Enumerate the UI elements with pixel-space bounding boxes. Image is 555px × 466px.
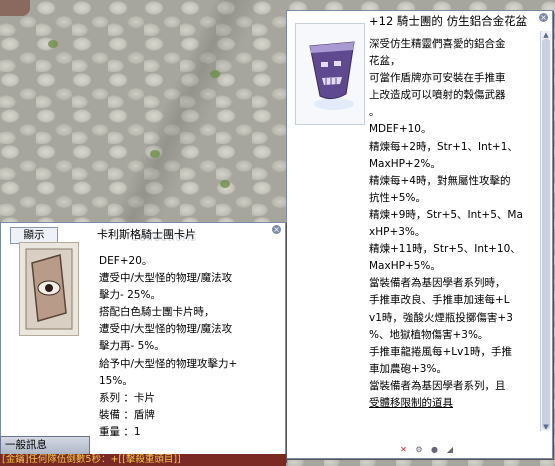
card-line: 搭配白色騎士團卡片時， — [99, 306, 215, 319]
desc-line: 當裝備者為基因學者系列，且 — [369, 379, 506, 392]
close-x-icon[interactable]: ✕ — [399, 445, 408, 454]
card-description-window[interactable]: Collections 顯示 卡利斯格騎士團卡片 × DEF+20。 遭受中/大… — [0, 222, 286, 462]
card-description: DEF+20。 遭受中/大型怪的物理/魔法攻 擊力- 25%。 搭配白色騎士團卡… — [99, 253, 279, 441]
grass-tuft — [220, 180, 230, 188]
card-line: 擊力再- 5%。 — [99, 340, 165, 353]
settings-icon[interactable]: ⚙ — [415, 445, 424, 454]
card-line: 裝備 ：盾牌 — [99, 408, 155, 421]
resize-icon[interactable]: ◢ — [446, 445, 455, 454]
close-icon[interactable]: × — [272, 225, 281, 234]
scroll-down-icon[interactable]: ▼ — [542, 423, 550, 431]
card-line: 給予中/大型怪的物理攻擊力+ — [99, 357, 238, 370]
chat-tab-general[interactable]: 一般訊息 — [0, 436, 90, 455]
desc-line: 上改造成可以噴射的穀傷武器 — [369, 89, 506, 102]
desc-line: 當裝備者為基因學者系列時， — [369, 277, 506, 290]
flower-pot-icon — [309, 41, 355, 110]
card-title: 卡利斯格騎士團卡片 — [97, 228, 196, 241]
desc-line: 車加農砲+3%。 — [369, 362, 447, 375]
desc-line: MaxHP+2%。 — [369, 157, 441, 170]
grass-tuft — [150, 150, 160, 158]
desc-line: 深受仿生精靈們喜愛的鋁合金 — [369, 38, 506, 50]
desc-line: %、地獄植物傷害+3%。 — [369, 328, 489, 341]
desc-line: xHP+3%。 — [369, 226, 426, 239]
item-description: 深受仿生精靈們喜愛的鋁合金 花盆， 可當作盾牌亦可安裝在手推車 上改造成可以噴射… — [369, 36, 539, 412]
desc-line: 精煉+9時，Str+5、Int+5、Ma — [369, 208, 523, 221]
circle-icon[interactable]: ● — [430, 445, 439, 454]
shield-card-icon — [25, 248, 73, 330]
character-sprite-partial[interactable] — [0, 0, 30, 16]
scrollbar[interactable]: ▲ ▼ — [540, 31, 551, 431]
grass-tuft — [48, 40, 58, 48]
desc-line: 抗性+5%。 — [369, 191, 426, 204]
card-line: 系列 ：卡片 — [99, 391, 155, 404]
card-line: 重量 ：1 — [99, 425, 141, 438]
desc-line: MaxHP+5%。 — [369, 260, 441, 273]
close-icon[interactable]: × — [539, 13, 548, 22]
desc-line: 花盆， — [369, 55, 401, 68]
card-image — [19, 242, 79, 336]
desc-line: v1時，強酸火煙瓶投擲傷害+3 — [369, 311, 513, 324]
desc-line: 精煉每+2時，Str+1、Int+1、 — [369, 140, 518, 153]
card-line: DEF+20。 — [99, 255, 153, 267]
scrollbar-thumb[interactable] — [542, 39, 550, 429]
card-line: 擊力- 25%。 — [99, 289, 161, 302]
card-line: 遭受中/大型怪的物理/魔法攻 — [99, 272, 233, 285]
window-footer-icons: ✕ ⚙ ● ◢ — [399, 442, 458, 454]
desc-line: 可當作盾牌亦可安裝在手推車 — [369, 72, 506, 85]
card-line: 15%。 — [99, 374, 133, 387]
desc-line: 受體移限制的道具 — [369, 396, 453, 409]
desc-line: 手推車改良、手推車加速每+L — [369, 294, 510, 307]
desc-line: 手推車龍捲風每+Lv1時，手推 — [369, 345, 513, 358]
desc-line: MDEF+10。 — [369, 123, 432, 136]
item-title: +12 騎士團的 仿生鋁合金花盆 — [369, 14, 528, 28]
desc-line: 精煉每+4時，對無屬性攻擊的 — [369, 174, 511, 187]
desc-line: 。 — [369, 106, 380, 119]
grass-tuft — [210, 70, 220, 78]
card-line: 遭受中/大型怪的物理/魔法攻 — [99, 323, 233, 336]
chat-message: [金鑰]任何隊伍倒數5秒：+[[擊殺重頭目]] — [0, 454, 286, 466]
desc-line: 精煉+11時，Str+5、Int+10、 — [369, 243, 521, 256]
item-image — [295, 23, 365, 125]
item-description-window[interactable]: +12 騎士團的 仿生鋁合金花盆 × 深受仿生精靈們喜愛的鋁合金 花盆， 可當作… — [286, 10, 553, 459]
scroll-up-icon[interactable]: ▲ — [542, 31, 550, 39]
